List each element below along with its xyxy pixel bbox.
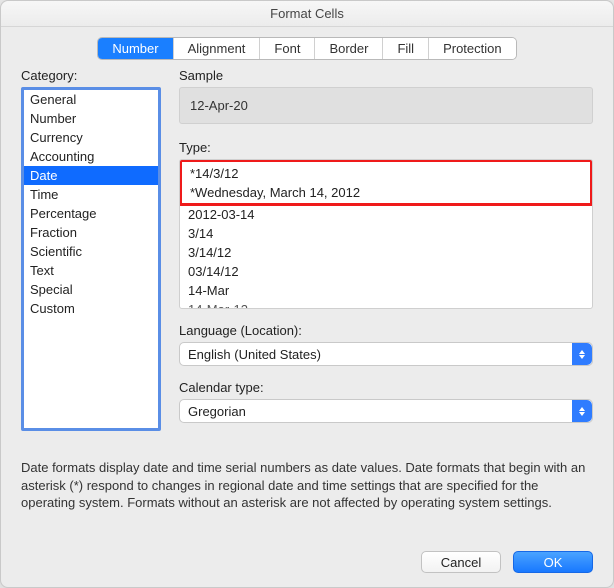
- type-item[interactable]: 2012-03-14: [180, 205, 592, 224]
- category-item-time[interactable]: Time: [24, 185, 158, 204]
- category-item-date[interactable]: Date: [24, 166, 158, 185]
- tab-border[interactable]: Border: [315, 38, 383, 59]
- category-item-text[interactable]: Text: [24, 261, 158, 280]
- calendar-value: Gregorian: [188, 404, 246, 419]
- category-item-currency[interactable]: Currency: [24, 128, 158, 147]
- tab-font[interactable]: Font: [260, 38, 315, 59]
- type-item[interactable]: 14-Mar: [180, 281, 592, 300]
- language-value: English (United States): [188, 347, 321, 362]
- dialog-buttons: Cancel OK: [1, 537, 613, 587]
- description-text: Date formats display date and time seria…: [21, 459, 593, 512]
- category-item-fraction[interactable]: Fraction: [24, 223, 158, 242]
- tab-fill[interactable]: Fill: [383, 38, 429, 59]
- calendar-label: Calendar type:: [179, 380, 593, 395]
- cancel-button[interactable]: Cancel: [421, 551, 501, 573]
- category-item-number[interactable]: Number: [24, 109, 158, 128]
- type-item[interactable]: *Wednesday, March 14, 2012: [182, 183, 590, 202]
- category-item-accounting[interactable]: Accounting: [24, 147, 158, 166]
- category-list[interactable]: General Number Currency Accounting Date …: [21, 87, 161, 431]
- tab-alignment[interactable]: Alignment: [174, 38, 261, 59]
- type-item[interactable]: 14-Mar-12: [180, 300, 592, 309]
- category-item-percentage[interactable]: Percentage: [24, 204, 158, 223]
- sample-value: 12-Apr-20: [179, 87, 593, 124]
- type-highlight-box: *14/3/12 *Wednesday, March 14, 2012: [179, 159, 593, 206]
- category-item-special[interactable]: Special: [24, 280, 158, 299]
- tab-number[interactable]: Number: [98, 38, 173, 59]
- sample-label: Sample: [179, 68, 593, 83]
- tab-protection[interactable]: Protection: [429, 38, 516, 59]
- type-item[interactable]: 3/14/12: [180, 243, 592, 262]
- tab-group: Number Alignment Font Border Fill Protec…: [97, 37, 516, 60]
- category-item-general[interactable]: General: [24, 90, 158, 109]
- type-label: Type:: [179, 140, 593, 155]
- type-item[interactable]: 3/14: [180, 224, 592, 243]
- category-item-scientific[interactable]: Scientific: [24, 242, 158, 261]
- chevron-updown-icon: [572, 400, 592, 422]
- language-label: Language (Location):: [179, 323, 593, 338]
- type-item[interactable]: 03/14/12: [180, 262, 592, 281]
- type-list[interactable]: *14/3/12 *Wednesday, March 14, 2012 2012…: [179, 159, 593, 309]
- type-item[interactable]: *14/3/12: [182, 164, 590, 183]
- format-cells-dialog: Format Cells Number Alignment Font Borde…: [0, 0, 614, 588]
- language-select[interactable]: English (United States): [179, 342, 593, 366]
- category-label: Category:: [21, 68, 161, 83]
- calendar-select[interactable]: Gregorian: [179, 399, 593, 423]
- ok-button[interactable]: OK: [513, 551, 593, 573]
- window-title: Format Cells: [1, 1, 613, 27]
- category-item-custom[interactable]: Custom: [24, 299, 158, 318]
- chevron-updown-icon: [572, 343, 592, 365]
- tab-bar: Number Alignment Font Border Fill Protec…: [1, 27, 613, 68]
